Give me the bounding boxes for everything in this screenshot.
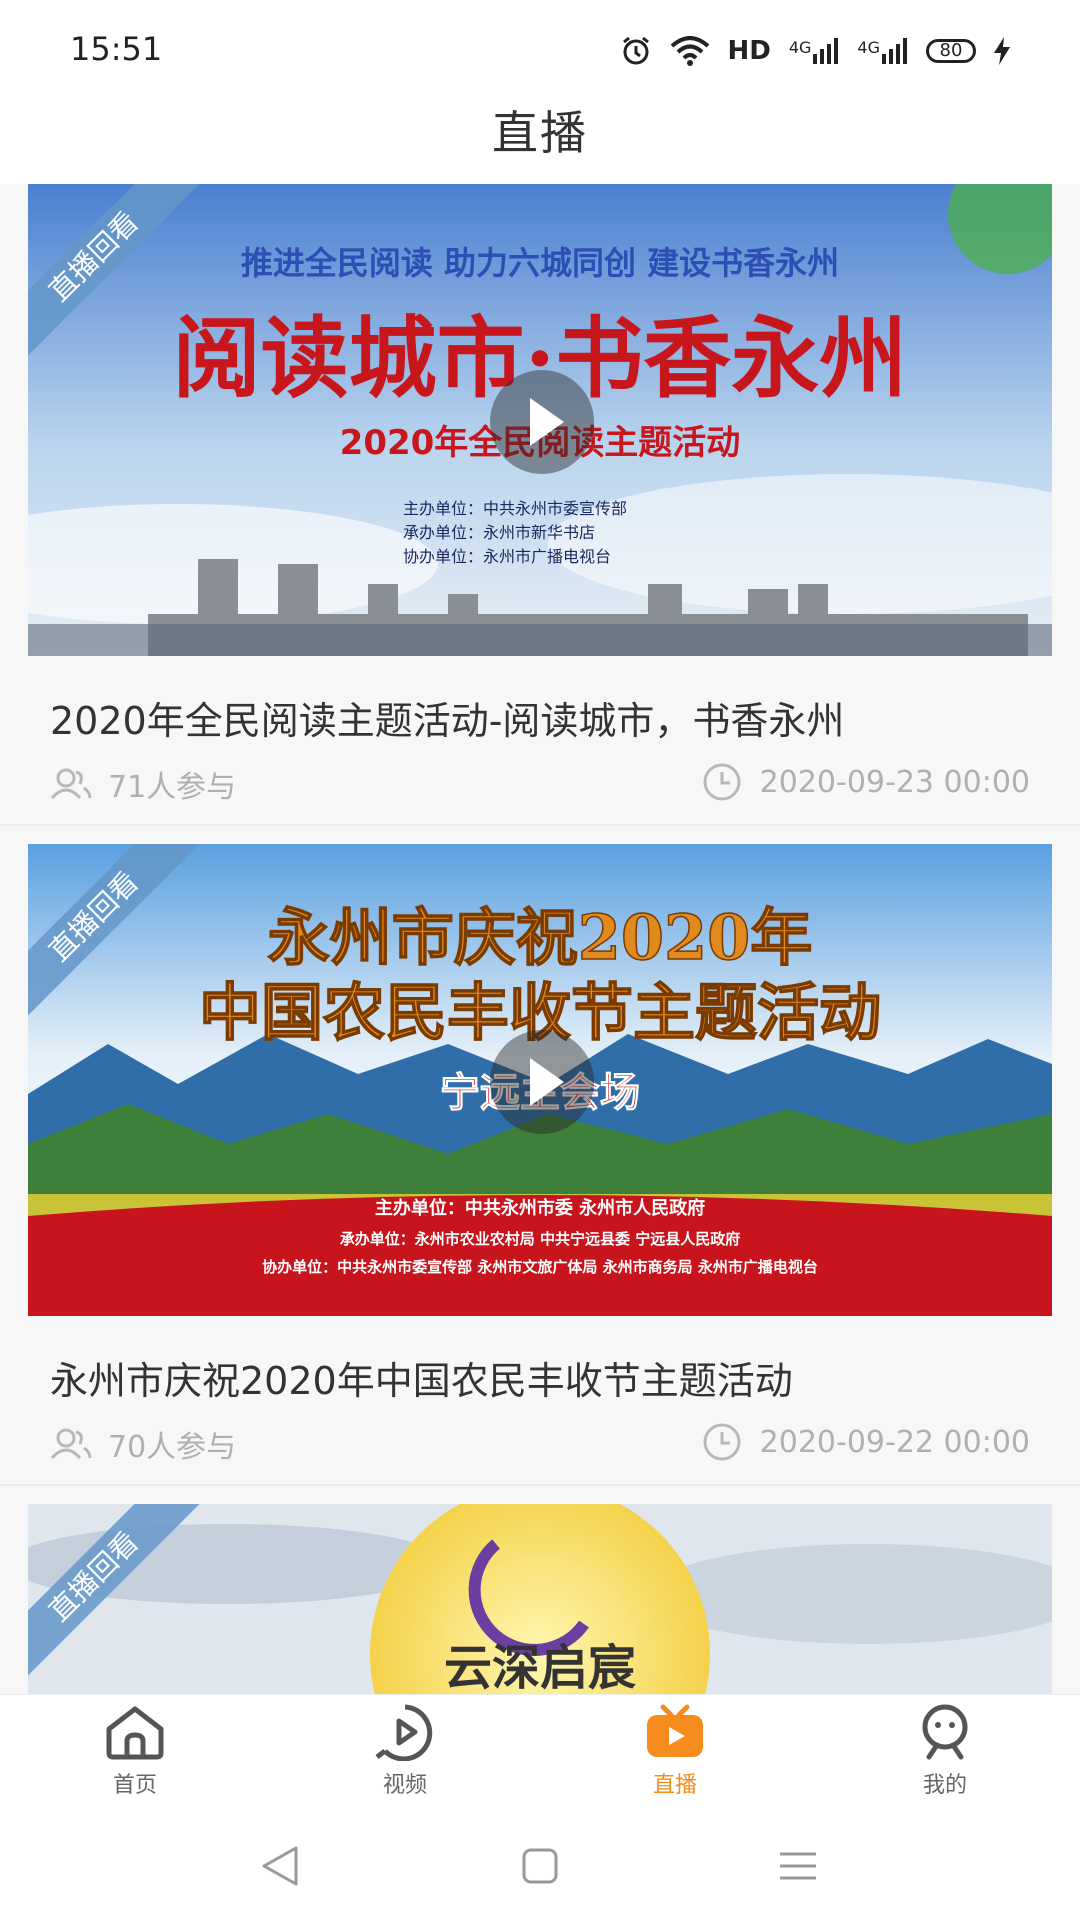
participant-count: 71人参与 [108,770,237,805]
tab-label: 首页 [112,1773,157,1798]
battery-icon: 80 [926,39,976,63]
people-icon [50,1428,92,1460]
participants: 71人参与 [50,762,236,806]
signal-icon [882,38,907,64]
bottom-tab-bar: 首页 视频 直播 我的 [0,1694,1080,1815]
clock-icon [703,1423,741,1461]
play-icon[interactable] [490,1030,594,1134]
item-title[interactable]: 永州市庆祝2020年中国农民丰收节主题活动 [50,1350,1040,1405]
list-item[interactable]: 永州市庆祝2020年 中国农民丰收节主题活动 宁远主会场 主办单位：中共永州市委… [0,844,1080,1486]
tv-live-icon [647,1704,703,1757]
poster-credit: 主办单位：中共永州市委宣传部 [403,499,627,518]
wifi-icon [670,36,709,66]
page-title: 直播 [492,106,588,160]
start-date: 2020-09-23 00:00 [759,764,1030,800]
tab-live[interactable]: 直播 [595,1703,755,1799]
tab-home[interactable]: 首页 [55,1703,215,1799]
tab-mine[interactable]: 我的 [865,1703,1025,1799]
video-thumbnail[interactable]: 云深启宸 直播回看 [28,1504,1052,1694]
net-type-label: 4G [788,38,812,57]
start-date: 2020-09-22 00:00 [759,1424,1030,1460]
status-time: 15:51 [70,30,163,68]
poster-credit: 协办单位：中共永州市委宣传部 永州市文旅广体局 永州市商务局 永州市广播电视台 [262,1258,818,1276]
tab-video[interactable]: 视频 [325,1703,485,1799]
alarm-icon [622,36,649,65]
participants: 70人参与 [50,1422,236,1466]
back-icon[interactable] [258,1844,302,1888]
poster-credit: 承办单位：永州市新华书店 [403,523,595,542]
system-nav-bar [0,1814,1080,1920]
status-bar: 15:51 HD 4G 4G 80 [0,0,1080,100]
item-meta: 70人参与 2020-09-22 00:00 [50,1422,1030,1466]
page-header: 直播 [0,100,1080,184]
start-time: 2020-09-22 00:00 [702,1422,1030,1462]
signal-icon [813,38,839,64]
clock-icon [703,763,741,801]
start-time: 2020-09-23 00:00 [702,762,1030,802]
item-title[interactable]: 2020年全民阅读主题活动-阅读城市，书香永州 [50,690,1040,745]
battery-level: 80 [939,40,963,61]
tab-label: 我的 [922,1773,967,1798]
video-thumbnail[interactable]: 永州市庆祝2020年 中国农民丰收节主题活动 宁远主会场 主办单位：中共永州市委… [28,844,1052,1316]
participant-count: 70人参与 [108,1430,237,1465]
poster-line-1: 永州市庆祝2020年 [268,901,813,974]
play-icon[interactable] [490,370,594,474]
net-type-label: 4G [857,38,880,57]
hd-indicator: HD [727,36,771,66]
video-thumbnail[interactable]: 推进全民阅读 助力六城同创 建设书香永州 阅读城市·书香永州 2020年全民阅读… [28,184,1052,656]
tab-label: 视频 [382,1773,427,1798]
people-icon [50,768,92,800]
list-item[interactable]: 云深启宸 直播回看 [0,1504,1080,1694]
poster-credit: 主办单位：中共永州市委 永州市人民政府 [375,1197,705,1219]
signal-4g-2: 4G [857,38,908,64]
home-square-icon[interactable] [518,1844,562,1888]
menu-icon[interactable] [776,1844,820,1888]
status-icons: HD 4G 4G 80 [620,34,1010,68]
poster-text: 云深启宸 [444,1640,636,1694]
list-item[interactable]: 推进全民阅读 助力六城同创 建设书香永州 阅读城市·书香永州 2020年全民阅读… [0,184,1080,826]
charging-icon [994,37,1010,65]
item-meta: 71人参与 2020-09-23 00:00 [50,762,1030,806]
live-list[interactable]: 推进全民阅读 助力六城同创 建设书香永州 阅读城市·书香永州 2020年全民阅读… [0,184,1080,1694]
tab-label: 直播 [652,1773,697,1798]
poster-credit: 协办单位：永州市广播电视台 [403,547,611,566]
poster-top-line: 推进全民阅读 助力六城同创 建设书香永州 [241,244,839,282]
poster-credit: 承办单位：永州市农业农村局 中共宁远县委 宁远县人民政府 [340,1230,740,1248]
signal-4g-1: 4G [789,38,840,64]
video-play-icon [375,1704,433,1762]
profile-icon [922,1704,968,1760]
poster-image: 云深启宸 [28,1504,1052,1694]
home-icon [106,1706,164,1760]
